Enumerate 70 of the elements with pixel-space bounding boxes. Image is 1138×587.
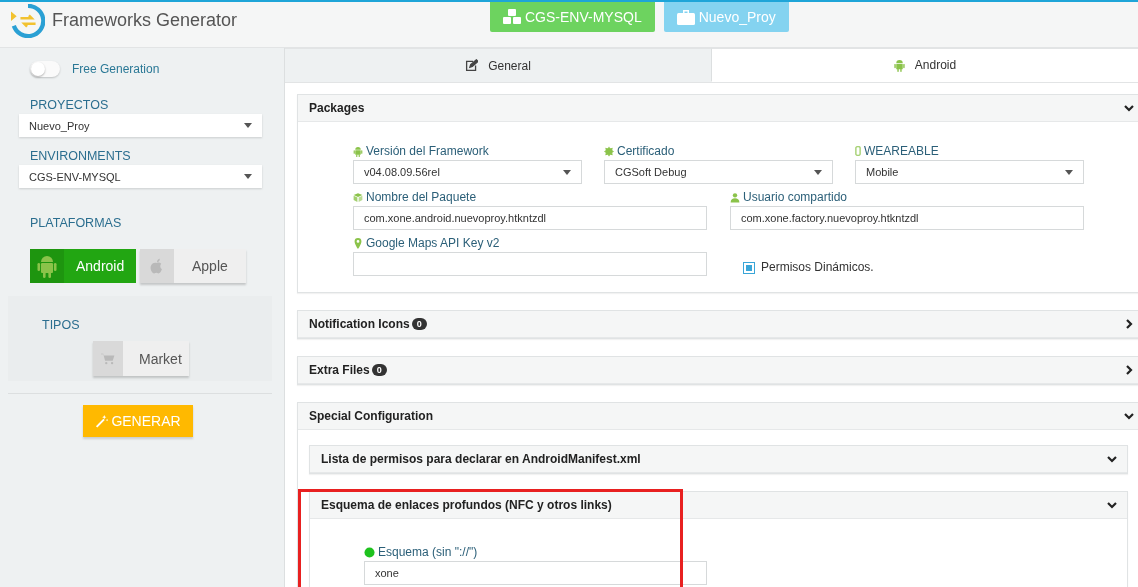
input-field[interactable]: com.xone.factory.nuevoproy.htkntzdl: [730, 206, 1084, 230]
dropdown[interactable]: Mobile: [855, 160, 1084, 184]
panel-title: Special Configuration: [309, 409, 433, 423]
count-badge: 0: [371, 364, 387, 376]
android-icon: [353, 145, 363, 157]
chevron-right-icon: [1124, 365, 1134, 375]
dropdown[interactable]: Nuevo_Proy: [19, 114, 262, 137]
dropdown[interactable]: CGSoft Debug: [604, 160, 833, 184]
caret-icon: [814, 169, 822, 175]
section-label: ENVIRONMENTS: [29, 149, 132, 163]
cart-icon: [101, 352, 115, 365]
android-icon: [37, 254, 57, 278]
panel-header[interactable]: Extra Files 0: [298, 357, 1138, 384]
mobile-icon: [855, 146, 861, 156]
chevron-down-icon: [1124, 103, 1134, 113]
panel-header[interactable]: Esquema de enlaces profundos (NFC y otros links): [310, 492, 1127, 519]
panel-header[interactable]: Notification Icons 0: [298, 311, 1138, 338]
panel-title: Lista de permisos para declarar en AndroidManifest.xml: [321, 452, 641, 466]
section-label: PROYECTOS: [29, 98, 110, 112]
map-pin-icon: [353, 237, 363, 249]
field-label: Certificado: [617, 144, 675, 158]
input-field[interactable]: [353, 252, 707, 276]
dropdown[interactable]: v04.08.09.56rel: [353, 160, 582, 184]
app-title: Frameworks Generator: [52, 9, 238, 31]
android-icon: [893, 58, 905, 72]
logo-icon: [11, 4, 45, 38]
checkbox[interactable]: [743, 262, 755, 274]
apple-icon: [150, 257, 164, 275]
caret-icon: [1065, 169, 1073, 175]
type-button[interactable]: Market: [93, 341, 189, 376]
cubes-icon: [503, 9, 521, 25]
dropdown[interactable]: CGS-ENV-MYSQL: [19, 165, 262, 188]
user-icon: [730, 191, 740, 203]
platform-button[interactable]: Apple: [140, 249, 246, 283]
field-label: Google Maps API Key v2: [366, 236, 500, 250]
chevron-down-icon: [1107, 454, 1117, 464]
section-label: TIPOS: [41, 318, 81, 332]
toggle-switch[interactable]: [30, 60, 60, 77]
briefcase-icon: [676, 9, 695, 25]
panel-title: Extra Files: [309, 363, 370, 377]
field-label: Esquema (sin "://"): [378, 545, 478, 559]
checkbox-label: Permisos Dinámicos.: [761, 260, 874, 274]
caret-icon: [244, 174, 252, 179]
magic-wand-icon: [95, 414, 109, 428]
field-label: Versión del Framework: [366, 144, 489, 158]
input-field[interactable]: xone: [364, 561, 707, 585]
section-label: PLATAFORMAS: [29, 216, 123, 230]
chevron-down-icon: [1124, 411, 1134, 421]
chevron-down-icon: [1107, 500, 1117, 510]
field-label: WEAREABLE: [864, 144, 939, 158]
field-label: Nombre del Paquete: [366, 190, 477, 204]
chevron-right-icon: [1124, 319, 1134, 329]
status-dot-icon: [364, 546, 375, 558]
tab[interactable]: Android: [711, 48, 1138, 82]
caret-icon: [244, 123, 252, 128]
cube-icon: [353, 191, 363, 203]
caret-icon: [563, 169, 571, 175]
panel-title: Notification Icons: [309, 317, 410, 331]
panel-title: Packages: [309, 101, 365, 115]
field-label: Usuario compartido: [743, 190, 848, 204]
panel-header[interactable]: Lista de permisos para declarar en AndroidManifest.xml: [310, 446, 1127, 473]
panel-header[interactable]: Special Configuration: [298, 403, 1138, 430]
input-field[interactable]: com.xone.android.nuevoproy.htkntzdl: [353, 206, 707, 230]
badge-icon: [604, 145, 614, 157]
panel-title: Esquema de enlaces profundos (NFC y otros links): [321, 498, 612, 512]
toggle-label: Free Generation: [72, 61, 160, 76]
edit-icon: [465, 59, 479, 72]
panel-header[interactable]: Packages: [298, 95, 1138, 122]
count-badge: 0: [411, 318, 427, 330]
tab[interactable]: General: [285, 48, 711, 82]
